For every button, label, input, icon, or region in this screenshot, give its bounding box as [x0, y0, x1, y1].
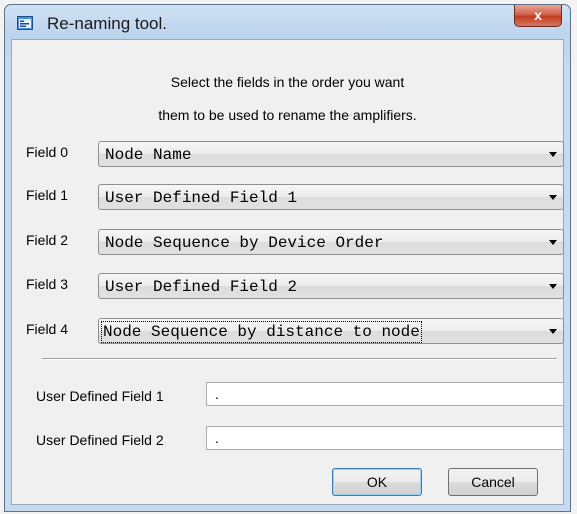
- ok-button[interactable]: OK: [332, 468, 422, 496]
- chevron-down-icon: [549, 284, 557, 289]
- dialog-body: Select the fields in the order you want …: [11, 39, 564, 505]
- field-4-dropdown[interactable]: Node Sequence by distance to node: [98, 318, 564, 344]
- user-field-2-label: User Defined Field 2: [36, 432, 164, 448]
- field-1-label: Field 1: [26, 187, 69, 203]
- field-1-selected: User Defined Field 1: [105, 189, 298, 207]
- field-2-dropdown[interactable]: Node Sequence by Device Order: [98, 229, 564, 255]
- field-0-selected: Node Name: [105, 146, 192, 164]
- title-bar[interactable]: Re-naming tool. x: [5, 5, 570, 41]
- cancel-button[interactable]: Cancel: [448, 468, 538, 496]
- window-title: Re-naming tool.: [47, 14, 168, 33]
- field-3-dropdown[interactable]: User Defined Field 2: [98, 273, 564, 299]
- field-2-selected: Node Sequence by Device Order: [105, 234, 384, 252]
- chevron-down-icon: [549, 329, 557, 334]
- chevron-down-icon: [549, 240, 557, 245]
- instruction-line-2: them to be used to rename the amplifiers…: [158, 107, 417, 123]
- field-1-dropdown[interactable]: User Defined Field 1: [98, 184, 564, 210]
- chevron-down-icon: [549, 152, 557, 157]
- field-4-selected: Node Sequence by distance to node: [101, 321, 422, 343]
- field-3-selected: User Defined Field 2: [105, 278, 298, 296]
- close-icon: x: [534, 7, 542, 23]
- field-0-label: Field 0: [26, 144, 69, 160]
- user-field-2-value: .: [215, 430, 219, 446]
- close-button[interactable]: x: [514, 5, 562, 27]
- user-field-1-value: .: [215, 386, 219, 402]
- app-window-icon: [17, 16, 33, 30]
- instruction-line-1: Select the fields in the order you want: [170, 74, 405, 90]
- user-field-2-input[interactable]: .: [206, 426, 564, 450]
- field-0-dropdown[interactable]: Node Name: [98, 141, 564, 167]
- field-4-label: Field 4: [26, 321, 69, 337]
- user-field-1-input[interactable]: .: [206, 382, 564, 406]
- user-field-1-label: User Defined Field 1: [36, 388, 164, 404]
- renaming-dialog: Re-naming tool. x Select the fields in t…: [4, 4, 571, 512]
- divider: [42, 358, 557, 360]
- field-3-label: Field 3: [26, 276, 69, 292]
- field-2-label: Field 2: [26, 232, 69, 248]
- chevron-down-icon: [549, 195, 557, 200]
